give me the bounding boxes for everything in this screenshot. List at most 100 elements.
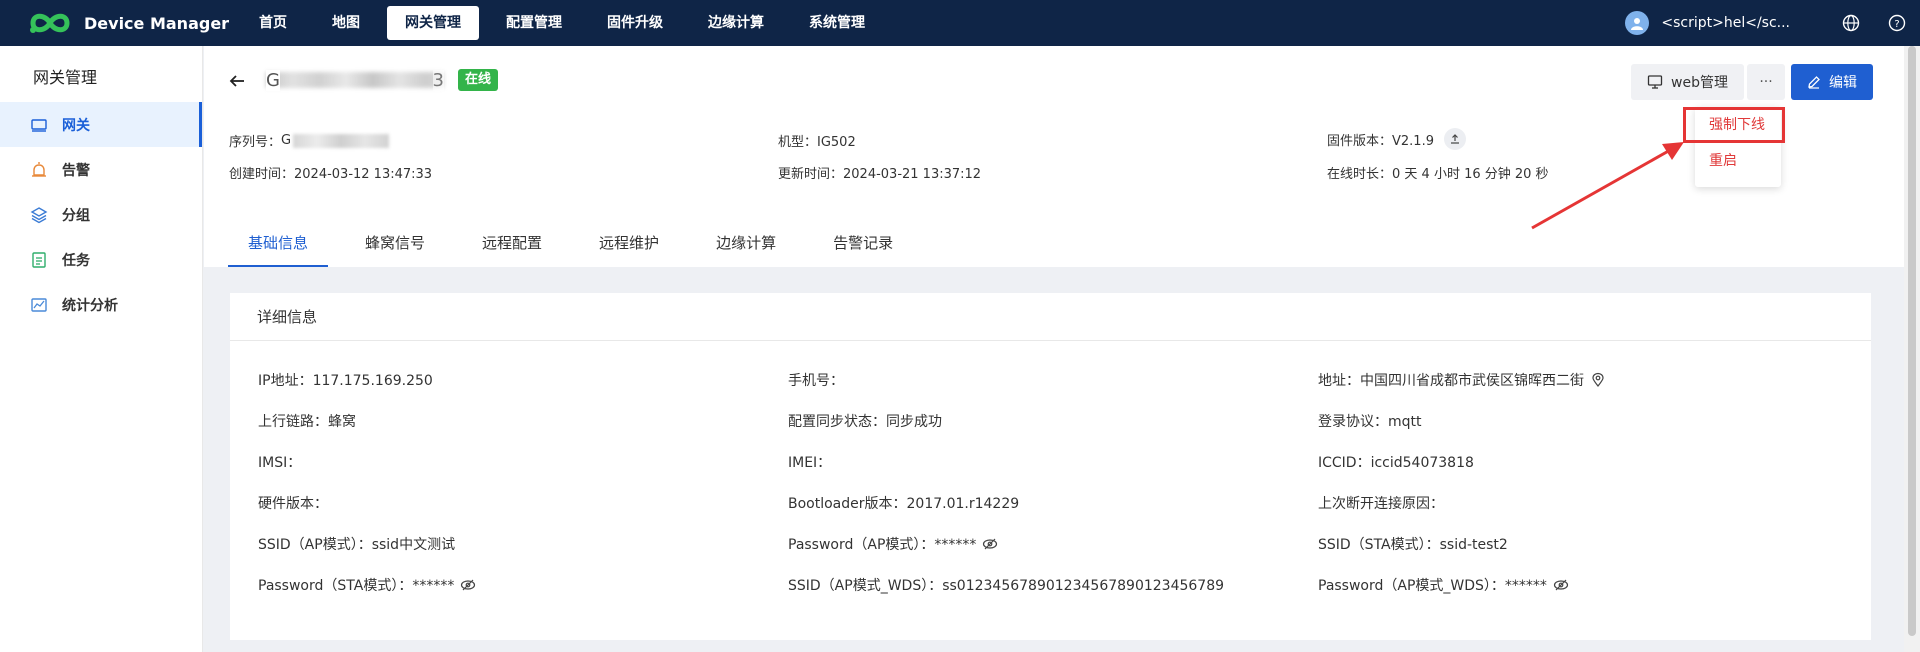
card-title: 详细信息 <box>230 293 1871 341</box>
tab-basic-info[interactable]: 基础信息 <box>228 230 329 267</box>
imsi: IMSI： <box>258 455 302 471</box>
ssid-ap-wds: SSID（AP模式_WDS）：ss01234567890123456789012… <box>788 578 1225 594</box>
alarm-icon <box>32 161 46 177</box>
sidebar-item-label: 任务 <box>62 252 90 269</box>
bootloader-version: Bootloader版本：2017.01.r14229 <box>788 496 1020 512</box>
nav-map[interactable]: 地图 <box>314 6 378 40</box>
sidebar-item-label: 告警 <box>62 162 90 179</box>
sidebar-item-gateway[interactable]: 网关 <box>0 102 202 147</box>
avatar[interactable] <box>1625 11 1650 35</box>
login-protocol: 登录协议：mqtt <box>1318 414 1422 430</box>
user-name[interactable]: <script>hel</sc... <box>1661 15 1790 31</box>
app-title: Device Manager <box>84 13 230 33</box>
scrollbar-thumb[interactable] <box>1908 46 1916 636</box>
back-arrow-icon[interactable] <box>228 72 246 90</box>
detail-card: 详细信息 IP地址：117.175.169.250 上行链路：蜂窝 IMSI： … <box>230 293 1871 640</box>
edit-label: 编辑 <box>1829 75 1857 91</box>
help-button[interactable]: ? <box>1874 14 1920 32</box>
tab-alarm-records[interactable]: 告警记录 <box>813 230 913 267</box>
app-logo[interactable]: Device Manager <box>27 10 233 36</box>
nav-system[interactable]: 系统管理 <box>791 6 883 40</box>
firmware-label: 固件版本：V2.1.9 <box>1327 133 1434 149</box>
svg-text:?: ? <box>1894 19 1899 30</box>
eye-off-icon[interactable] <box>982 536 998 552</box>
gateway-icon <box>31 118 47 132</box>
imei: IMEI： <box>788 455 832 471</box>
chart-icon <box>31 297 47 312</box>
phone-number: 手机号： <box>788 373 844 389</box>
globe-icon <box>1842 14 1860 32</box>
iccid: ICCID：iccid54073818 <box>1318 455 1474 471</box>
address: 地址：中国四川省成都市武侯区锦晖西二街 <box>1318 370 1606 390</box>
hardware-version: 硬件版本： <box>258 496 328 512</box>
web-manage-label: web管理 <box>1671 75 1728 91</box>
device-header: G 3 在线 web管理 ··· 编辑 序列号： G 创建时间：2024-03-… <box>204 46 1904 267</box>
tab-remote-config[interactable]: 远程配置 <box>462 230 562 267</box>
serial-value: G <box>281 133 292 148</box>
sidebar-item-label: 网关 <box>62 117 90 134</box>
nav-gateway[interactable]: 网关管理 <box>387 6 479 40</box>
tab-edge-computing[interactable]: 边缘计算 <box>696 230 796 267</box>
password-ap-wds-value: Password（AP模式_WDS）：****** <box>1318 578 1547 594</box>
ip-address: IP地址：117.175.169.250 <box>258 373 433 389</box>
nav-firmware[interactable]: 固件升级 <box>589 6 681 40</box>
user-icon <box>1631 18 1644 30</box>
created-time: 创建时间：2024-03-12 13:47:33 <box>229 167 433 182</box>
monitor-icon <box>1647 75 1663 89</box>
top-navbar: Device Manager 首页 地图 网关管理 配置管理 固件升级 边缘计算… <box>0 0 1920 46</box>
pencil-icon <box>1808 76 1820 89</box>
top-right-tools: <script>hel</sc... ? <box>1625 0 1920 46</box>
serial-label: 序列号： <box>229 135 282 150</box>
device-name-tail: 3 <box>432 70 444 91</box>
device-name-lead: G <box>266 70 280 91</box>
upload-icon <box>1450 134 1459 144</box>
sidebar-item-label: 分组 <box>62 207 90 224</box>
detail-tabs: 基础信息 蜂窝信号 远程配置 远程维护 边缘计算 告警记录 <box>228 230 930 267</box>
more-button[interactable]: ··· <box>1747 64 1785 100</box>
device-name: G 3 <box>266 70 444 91</box>
sidebar-item-label: 统计分析 <box>62 297 118 314</box>
eye-off-icon[interactable] <box>460 577 476 593</box>
tab-cellular[interactable]: 蜂窝信号 <box>345 230 445 267</box>
sidebar-item-stats[interactable]: 统计分析 <box>0 282 202 327</box>
web-manage-button[interactable]: web管理 <box>1631 64 1744 100</box>
tab-remote-maintenance[interactable]: 远程维护 <box>579 230 679 267</box>
online-duration: 在线时长：0 天 4 小时 16 分钟 20 秒 <box>1327 167 1549 182</box>
sidebar-item-alarm[interactable]: 告警 <box>0 147 202 192</box>
uplink: 上行链路：蜂窝 <box>258 414 356 430</box>
sidebar: 网关管理 网关 告警 分组 任务 统计分析 <box>0 46 203 652</box>
highlight-box <box>1683 107 1785 143</box>
sidebar-item-group[interactable]: 分组 <box>0 192 202 237</box>
ssid-ap: SSID（AP模式）：ssid中文测试 <box>258 537 456 553</box>
nav-config[interactable]: 配置管理 <box>488 6 580 40</box>
sidebar-item-task[interactable]: 任务 <box>0 237 202 282</box>
main-nav: 首页 地图 网关管理 配置管理 固件升级 边缘计算 系统管理 <box>241 0 892 46</box>
sidebar-title: 网关管理 <box>33 68 98 87</box>
ssid-sta: SSID（STA模式）：ssid-test2 <box>1318 537 1508 553</box>
logo-icon <box>30 13 70 33</box>
location-icon[interactable] <box>1590 372 1606 388</box>
password-ap: Password（AP模式）：****** <box>788 534 998 554</box>
last-disconnect-reason: 上次断开连接原因： <box>1318 496 1444 512</box>
language-button[interactable] <box>1828 14 1874 32</box>
password-ap-value: Password（AP模式）：****** <box>788 537 977 553</box>
address-value: 地址：中国四川省成都市武侯区锦晖西二街 <box>1318 373 1584 389</box>
edit-button[interactable]: 编辑 <box>1791 64 1873 100</box>
firmware-upgrade-button[interactable] <box>1443 128 1466 150</box>
model: 机型：IG502 <box>778 135 856 150</box>
help-icon: ? <box>1888 14 1906 32</box>
firmware-version: 固件版本：V2.1.9 <box>1327 128 1466 150</box>
layers-icon <box>30 206 48 223</box>
restart-item[interactable]: 重启 <box>1695 143 1781 179</box>
task-icon <box>32 251 46 268</box>
status-badge: 在线 <box>458 69 499 91</box>
nav-home[interactable]: 首页 <box>241 6 305 40</box>
eye-off-icon[interactable] <box>1553 577 1569 593</box>
serial-number: 序列号： G <box>229 131 390 150</box>
password-sta-value: Password（STA模式）：****** <box>258 578 455 594</box>
config-sync-status: 配置同步状态：同步成功 <box>788 414 942 430</box>
nav-edge[interactable]: 边缘计算 <box>690 6 782 40</box>
password-sta: Password（STA模式）：****** <box>258 575 476 595</box>
redacted-name <box>266 72 444 88</box>
updated-time: 更新时间：2024-03-21 13:37:12 <box>778 167 982 182</box>
